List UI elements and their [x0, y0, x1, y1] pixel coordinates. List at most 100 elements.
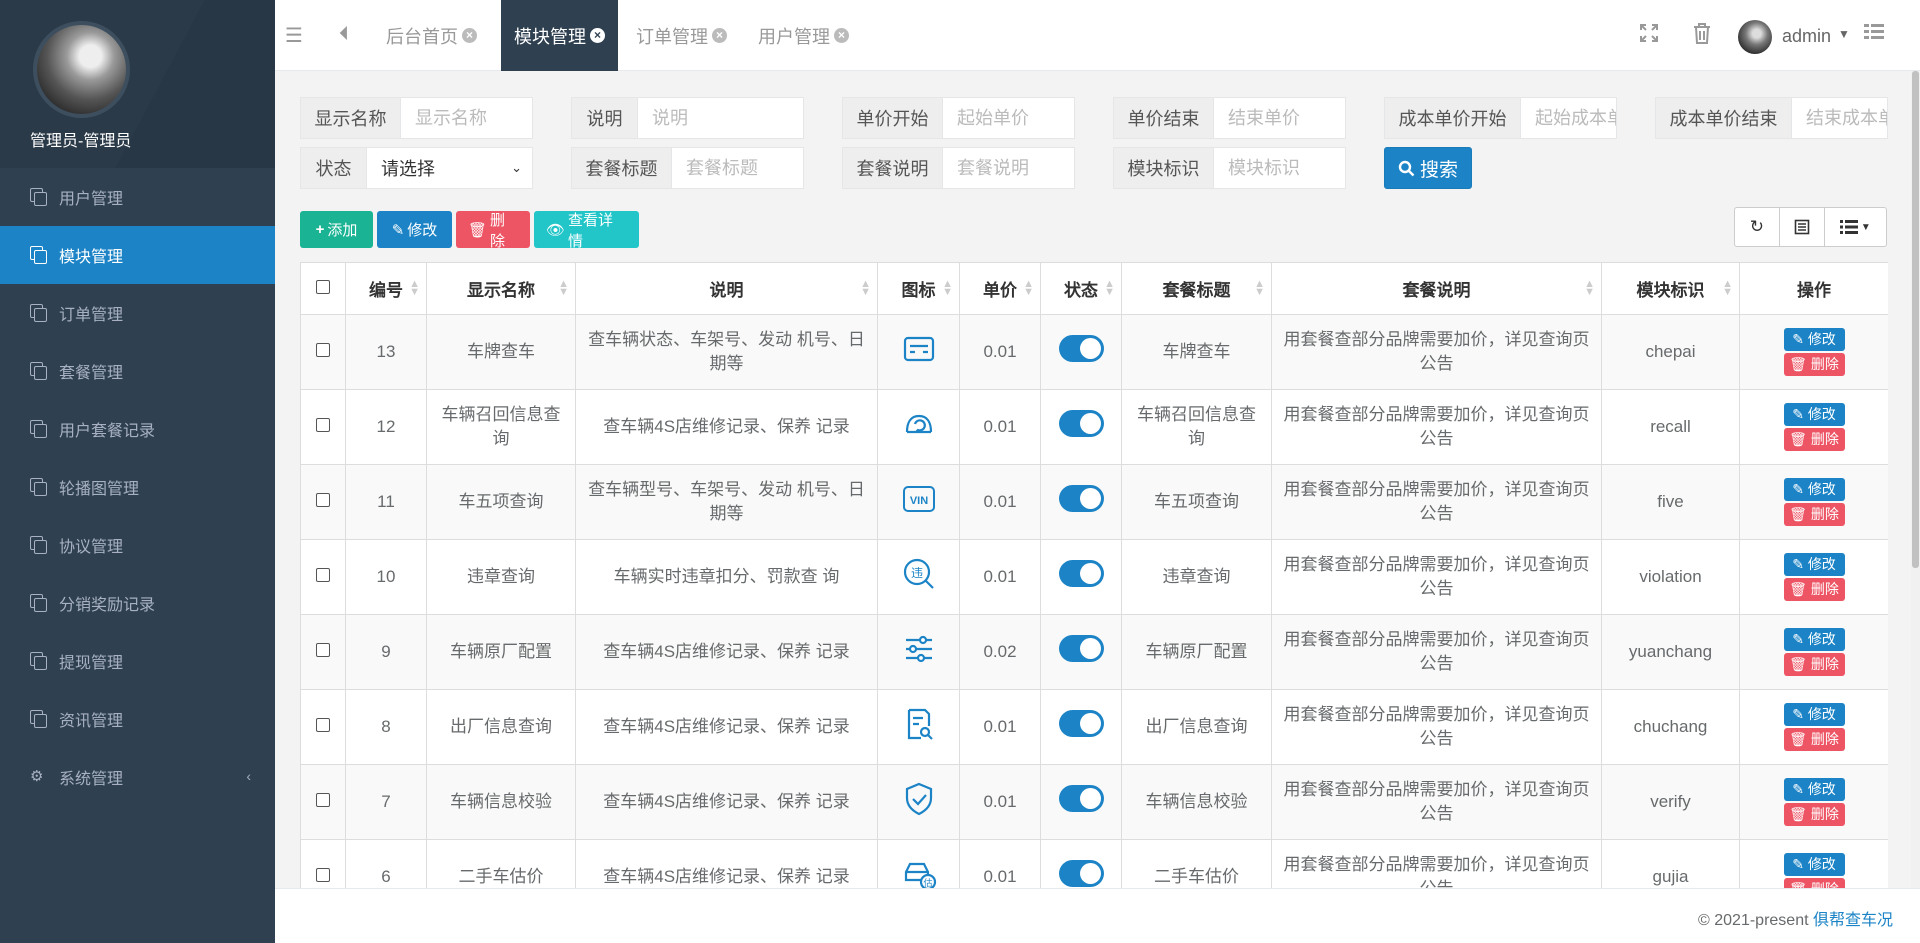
- admin-name[interactable]: 管理员-管理员: [30, 127, 131, 151]
- status-toggle[interactable]: [1058, 335, 1104, 362]
- row-delete-button[interactable]: 🗑 删除: [1783, 728, 1845, 751]
- table-row[interactable]: 9 车辆原厂配置 查车辆4S店维修记录、保养 记录 0.02 车辆原厂配置 用套餐查部分品…: [300, 614, 1888, 690]
- sidebar-item[interactable]: 协议管理: [0, 516, 275, 574]
- sidebar-item[interactable]: 资讯管理: [0, 690, 275, 748]
- caret-down-icon[interactable]: ▼: [1838, 27, 1850, 41]
- row-delete-button[interactable]: 🗑 删除: [1783, 653, 1845, 676]
- status-toggle[interactable]: [1058, 860, 1104, 887]
- row-checkbox-cell[interactable]: [300, 764, 346, 840]
- status-toggle[interactable]: [1058, 785, 1104, 812]
- row-edit-button[interactable]: ✎ 修改: [1783, 403, 1845, 426]
- column-header[interactable]: 单价 ▲ ▼: [959, 262, 1041, 315]
- settings-panel-icon[interactable]: [1864, 23, 1884, 47]
- columns-dropdown[interactable]: ▼: [1825, 208, 1886, 246]
- row-checkbox-cell[interactable]: [300, 689, 346, 765]
- tab-close-icon[interactable]: ×: [590, 28, 605, 43]
- table-row[interactable]: 8 出厂信息查询 查车辆4S店维修记录、保养 记录 0.01 出厂信息查询 用套餐查部分品…: [300, 689, 1888, 765]
- row-edit-button[interactable]: ✎ 修改: [1783, 553, 1845, 576]
- row-edit-button[interactable]: ✎ 修改: [1783, 703, 1845, 726]
- row-checkbox[interactable]: [316, 868, 330, 882]
- table-row[interactable]: 6 二手车估价 查车辆4S店维修记录、保养 记录估 0.01 二手车估价 用套餐查部分品牌…: [300, 839, 1888, 888]
- row-edit-button[interactable]: ✎ 修改: [1783, 778, 1845, 801]
- sidebar-item[interactable]: 分销奖励记录: [0, 574, 275, 632]
- tab-order-management[interactable]: 订单管理 ×: [623, 0, 740, 71]
- row-checkbox[interactable]: [316, 643, 330, 657]
- status-toggle[interactable]: [1058, 560, 1104, 587]
- table-row[interactable]: 7 车辆信息校验 查车辆4S店维修记录、保养 记录 0.01 车辆信息校验 用套餐查部分品…: [300, 764, 1888, 840]
- sidebar-item[interactable]: 轮播图管理: [0, 458, 275, 516]
- delete-button[interactable]: 🗑 删除: [456, 211, 530, 250]
- row-edit-button[interactable]: ✎ 修改: [1783, 478, 1845, 501]
- description-input[interactable]: [638, 98, 803, 138]
- view-details-button[interactable]: 👁 查看详情: [534, 211, 639, 250]
- row-delete-button[interactable]: 🗑 删除: [1783, 803, 1845, 826]
- price-start-input[interactable]: [943, 98, 1074, 138]
- select-all-checkbox[interactable]: [316, 279, 330, 294]
- column-header[interactable]: 编号 ▲ ▼: [345, 262, 427, 315]
- tab-close-icon[interactable]: ×: [834, 28, 849, 43]
- tab-module-management[interactable]: 模块管理 ×: [501, 0, 618, 71]
- menu-toggle-icon[interactable]: ☰: [285, 23, 303, 48]
- sidebar-item[interactable]: 模块管理: [0, 226, 275, 284]
- package-desc-input[interactable]: [943, 148, 1074, 188]
- page-scrollbar-thumb[interactable]: [1912, 71, 1919, 568]
- status-toggle[interactable]: [1058, 410, 1104, 437]
- status-toggle[interactable]: [1058, 485, 1104, 512]
- column-header[interactable]: 状态 ▲ ▼: [1040, 262, 1122, 315]
- column-header[interactable]: 套餐标题 ▲ ▼: [1121, 262, 1272, 315]
- table-row[interactable]: 10 违章查询 车辆实时违章扣分、罚款查 询违 0.01 违章查询 用套餐查部分品牌需要加…: [300, 539, 1888, 615]
- sidebar-item[interactable]: 提现管理: [0, 632, 275, 690]
- sidebar-item[interactable]: 用户管理: [0, 168, 275, 226]
- sidebar-item[interactable]: 订单管理: [0, 284, 275, 342]
- display-name-input[interactable]: [401, 98, 532, 138]
- table-row[interactable]: 12 车辆召回信息查询 查车辆4S店维修记录、保养 记录 0.01 车辆召回信息查询 用套…: [300, 389, 1888, 465]
- price-end-input[interactable]: [1214, 98, 1345, 138]
- search-button[interactable]: 搜索: [1384, 147, 1472, 189]
- row-checkbox-cell[interactable]: [300, 314, 346, 390]
- column-header[interactable]: 说明 ▲ ▼: [575, 262, 878, 315]
- cost-start-input[interactable]: [1521, 98, 1616, 138]
- add-button[interactable]: + 添加: [300, 211, 373, 248]
- row-edit-button[interactable]: ✎ 修改: [1783, 328, 1845, 351]
- row-checkbox[interactable]: [316, 793, 330, 807]
- table-row[interactable]: 11 车五项查询 查车辆型号、车架号、发动 机号、日期等 VIN 0.01 车五项查询 用套…: [300, 464, 1888, 540]
- row-edit-button[interactable]: ✎ 修改: [1783, 853, 1845, 876]
- tab-close-icon[interactable]: ×: [462, 28, 477, 43]
- footer-link[interactable]: 俱帮查车况: [1813, 912, 1893, 929]
- trash-icon[interactable]: [1693, 23, 1711, 50]
- package-title-input[interactable]: [672, 148, 803, 188]
- refresh-icon[interactable]: ↻: [1735, 208, 1780, 246]
- row-delete-button[interactable]: 🗑 删除: [1783, 428, 1845, 451]
- row-checkbox[interactable]: [316, 418, 330, 432]
- sidebar-item[interactable]: ⚙ 系统管理 ‹: [0, 748, 275, 806]
- row-checkbox[interactable]: [316, 568, 330, 582]
- row-delete-button[interactable]: 🗑 删除: [1783, 878, 1845, 888]
- toggle-view-icon[interactable]: [1780, 208, 1825, 246]
- row-checkbox[interactable]: [316, 718, 330, 732]
- fullscreen-icon[interactable]: [1639, 23, 1659, 49]
- row-delete-button[interactable]: 🗑 删除: [1783, 503, 1845, 526]
- column-header[interactable]: 显示名称 ▲ ▼: [426, 262, 576, 315]
- status-select[interactable]: 请选择 ⌄: [367, 148, 532, 188]
- user-avatar[interactable]: [1738, 20, 1772, 54]
- tabs-scroll-left-icon[interactable]: ⏴: [339, 23, 349, 46]
- select-all-checkbox-cell[interactable]: [300, 262, 346, 315]
- user-name[interactable]: admin: [1782, 26, 1831, 47]
- status-toggle[interactable]: [1058, 710, 1104, 737]
- row-checkbox-cell[interactable]: [300, 614, 346, 690]
- row-checkbox-cell[interactable]: [300, 464, 346, 540]
- sidebar-item[interactable]: 用户套餐记录: [0, 400, 275, 458]
- row-checkbox-cell[interactable]: [300, 839, 346, 888]
- cost-end-input[interactable]: [1792, 98, 1887, 138]
- row-checkbox[interactable]: [316, 493, 330, 507]
- tab-home[interactable]: 后台首页 ×: [373, 0, 490, 71]
- row-checkbox[interactable]: [316, 343, 330, 357]
- table-row[interactable]: 13 车牌查车 查车辆状态、车架号、发动 机号、日期等 0.01 车牌查车 用套餐查部分品…: [300, 314, 1888, 390]
- module-key-input[interactable]: [1214, 148, 1345, 188]
- status-toggle[interactable]: [1058, 635, 1104, 662]
- avatar[interactable]: [33, 21, 130, 118]
- column-header[interactable]: 套餐说明 ▲ ▼: [1271, 262, 1602, 315]
- sidebar-item[interactable]: 套餐管理: [0, 342, 275, 400]
- row-delete-button[interactable]: 🗑 删除: [1783, 353, 1845, 376]
- row-edit-button[interactable]: ✎ 修改: [1783, 628, 1845, 651]
